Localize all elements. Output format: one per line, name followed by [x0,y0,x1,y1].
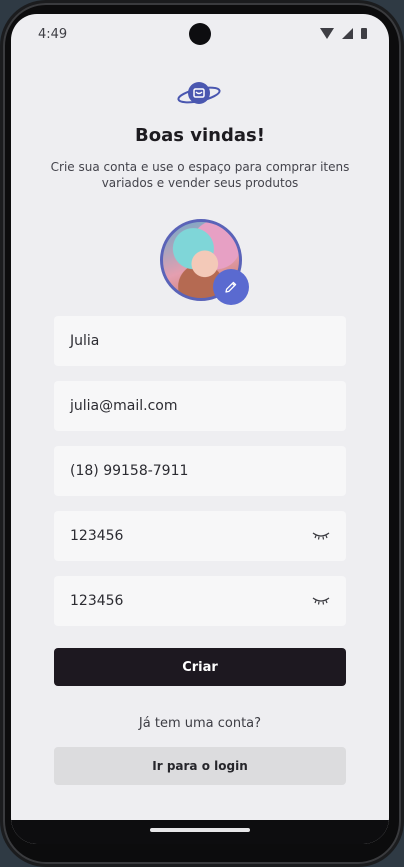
front-camera [189,23,211,45]
name-field[interactable]: Julia [54,316,346,366]
status-bar: 4:49 [11,14,389,54]
confirm-password-value: 123456 [70,593,124,609]
password-field[interactable]: 123456 [54,511,346,561]
have-account-text: Já tem uma conta? [138,716,262,731]
eye-closed-icon[interactable] [312,596,330,606]
status-time: 4:49 [38,27,68,42]
go-to-login-button[interactable]: Ir para o login [54,747,346,785]
edit-avatar-button[interactable] [213,269,249,305]
pencil-icon [225,281,237,293]
signal-icon [341,28,353,39]
app-screen: 4:49 Boas vindas! Crie sua conta e use o… [11,14,389,844]
create-account-button[interactable]: Criar [54,648,346,686]
status-icons [317,28,367,40]
confirm-password-field[interactable]: 123456 [54,576,346,626]
name-value: Julia [70,333,100,349]
home-indicator[interactable] [150,828,250,832]
email-value: julia@mail.com [70,398,178,414]
phone-frame: 4:49 Boas vindas! Crie sua conta e use o… [0,0,404,867]
password-value: 123456 [70,528,124,544]
page-title: Boas vindas! [135,125,265,146]
page-subtitle: Crie sua conta e use o espaço para compr… [50,160,350,190]
navigation-bar [11,820,389,844]
battery-icon [361,28,367,39]
phone-field[interactable]: (18) 99158-7911 [54,446,346,496]
avatar-picker [160,219,250,309]
shopping-planet-icon [177,82,221,104]
phone-value: (18) 99158-7911 [70,463,189,479]
email-field[interactable]: julia@mail.com [54,381,346,431]
eye-closed-icon[interactable] [312,531,330,541]
wifi-icon [319,28,334,39]
